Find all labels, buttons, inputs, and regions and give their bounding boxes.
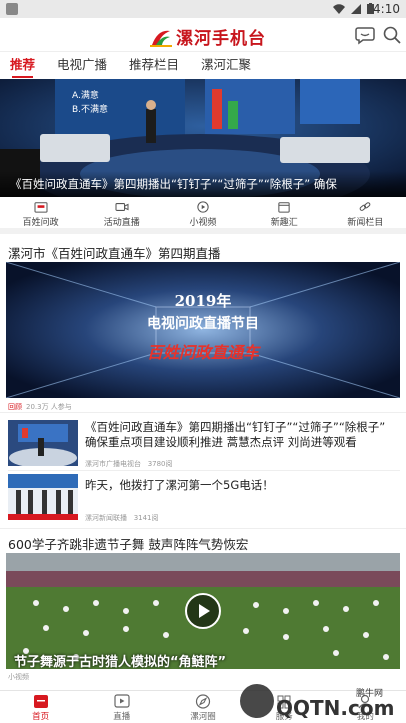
news-item[interactable]: 《百姓问政直通车》第四期播出“钉钉子”“过筛子”“除根子” 确保重点项目建设顺利… bbox=[0, 418, 406, 472]
news-title: 《百姓问政直通车》第四期播出“钉钉子”“过筛子”“除根子” 确保重点项目建设顺利… bbox=[85, 420, 386, 449]
video-overlay-text: 节子舞源于古时猎人模拟的“角鲢阵” bbox=[14, 655, 227, 669]
video-camera-icon bbox=[115, 203, 129, 211]
shortcut-label: 新趣汇 bbox=[270, 218, 298, 228]
shortcut-baixing-wenzheng[interactable]: 百姓问政 bbox=[0, 198, 81, 228]
channel-tabs: 推荐 电视广播 推荐栏目 漯河汇聚 bbox=[0, 52, 406, 78]
watermark-line2: QQTN.com bbox=[276, 696, 395, 720]
news-meta: 漯河市广播电视台 3780阅 bbox=[85, 459, 173, 469]
home-icon bbox=[33, 695, 48, 708]
tv-play-icon bbox=[114, 694, 130, 708]
notification-icon bbox=[6, 3, 18, 15]
news-item[interactable]: 昨天，他拨打了漯河第一个5G电话！ 漯河新闻联播 3141阅 bbox=[0, 472, 406, 526]
search-icon[interactable] bbox=[381, 24, 403, 46]
nav-label: 首页 bbox=[32, 712, 50, 722]
banner-carousel[interactable]: A.满意 B.不满意 《百姓问政直通车》第四期播出“钉钉子”“过筛子”“除根子”… bbox=[0, 79, 406, 197]
tab-tv-radio[interactable]: 电视广播 bbox=[57, 52, 107, 78]
compass-icon bbox=[195, 694, 211, 709]
banner-screen-text-a: A.满意 bbox=[72, 91, 99, 101]
tab-recommended-columns[interactable]: 推荐栏目 bbox=[129, 52, 179, 78]
video-section-title[interactable]: 600学子齐跳非遗节子舞 鼓声阵阵气势恢宏 bbox=[8, 534, 248, 553]
play-button[interactable] bbox=[185, 593, 221, 629]
play-icon bbox=[199, 604, 210, 618]
banner-caption: 《百姓问政直通车》第四期播出“钉钉子”“过筛子”“除根子” 确保 bbox=[0, 171, 406, 197]
signal-icon bbox=[351, 3, 361, 14]
link-icon bbox=[360, 202, 371, 211]
shortcut-news-columns[interactable]: 新闻栏目 bbox=[325, 198, 406, 228]
news-title: 昨天，他拨打了漯河第一个5G电话！ bbox=[85, 478, 274, 492]
shortcut-short-video[interactable]: 小视频 bbox=[162, 198, 243, 228]
news-meta: 漯河新闻联播 3141阅 bbox=[85, 513, 159, 523]
shortcut-new-fun[interactable]: 新趣汇 bbox=[244, 198, 325, 228]
shortcut-live-events[interactable]: 活动直播 bbox=[81, 198, 162, 228]
news-source: 漯河新闻联播 bbox=[85, 514, 127, 522]
nav-label: 直播 bbox=[113, 712, 131, 722]
app-title: 漯河手机台 bbox=[176, 29, 266, 49]
replay-badge: 回顾 bbox=[8, 403, 22, 411]
nav-label: 漯河圈 bbox=[190, 712, 216, 722]
shortcut-label: 新闻栏目 bbox=[347, 218, 384, 228]
news-thumbnail bbox=[8, 474, 78, 520]
shortcut-label: 小视频 bbox=[189, 218, 217, 228]
play-circle-icon bbox=[197, 201, 209, 213]
app-logo: 漯河手机台 bbox=[150, 24, 266, 49]
tab-recommend[interactable]: 推荐 bbox=[10, 52, 35, 78]
news-thumbnail bbox=[8, 420, 78, 466]
news-count: 3780阅 bbox=[147, 460, 173, 468]
shortcut-label: 活动直播 bbox=[103, 218, 140, 228]
poster-year: 2019年 bbox=[174, 292, 232, 310]
tv-box-icon bbox=[34, 202, 48, 213]
live-section-title[interactable]: 漯河市《百姓问政直通车》第四期直播 bbox=[8, 243, 221, 262]
poster-subtitle: 电视问政直播节目 bbox=[147, 316, 259, 332]
tab-luohe-gather[interactable]: 漯河汇聚 bbox=[201, 52, 251, 78]
wifi-icon bbox=[333, 3, 345, 14]
nav-home[interactable]: 首页 bbox=[0, 691, 81, 723]
nav-live[interactable]: 直播 bbox=[81, 691, 162, 723]
message-icon[interactable] bbox=[354, 24, 376, 46]
news-source: 漯河市广播电视台 bbox=[85, 460, 141, 468]
watermark-logo-icon bbox=[240, 684, 274, 718]
live-poster[interactable]: 2019年 电视问政直播节目 百姓问政直通车 bbox=[6, 262, 400, 398]
calendar-icon bbox=[278, 202, 290, 213]
live-views: 20.3万 人参与 bbox=[26, 403, 72, 411]
logo-icon bbox=[150, 30, 172, 47]
clock: 4:10 bbox=[373, 2, 400, 16]
site-watermark: 鹏牛网 QQTN.com bbox=[240, 676, 406, 723]
poster-program-logo: 百姓问政直通车 bbox=[146, 343, 259, 362]
app-header: 漯河手机台 bbox=[0, 18, 406, 52]
news-count: 3141阅 bbox=[133, 514, 159, 522]
status-bar: 4:10 bbox=[0, 0, 406, 18]
shortcut-row: 百姓问政 活动直播 小视频 新趣汇 新闻栏目 bbox=[0, 198, 406, 234]
banner-screen-text-b: B.不满意 bbox=[72, 105, 109, 115]
shortcut-label: 百姓问政 bbox=[22, 218, 59, 228]
video-source: 小视频 bbox=[8, 673, 29, 681]
nav-luohe-circle[interactable]: 漯河圈 bbox=[162, 691, 243, 723]
live-meta: 回顾 20.3万 人参与 bbox=[8, 402, 72, 412]
video-player[interactable]: 节子舞源于古时猎人模拟的“角鲢阵” bbox=[6, 553, 400, 669]
